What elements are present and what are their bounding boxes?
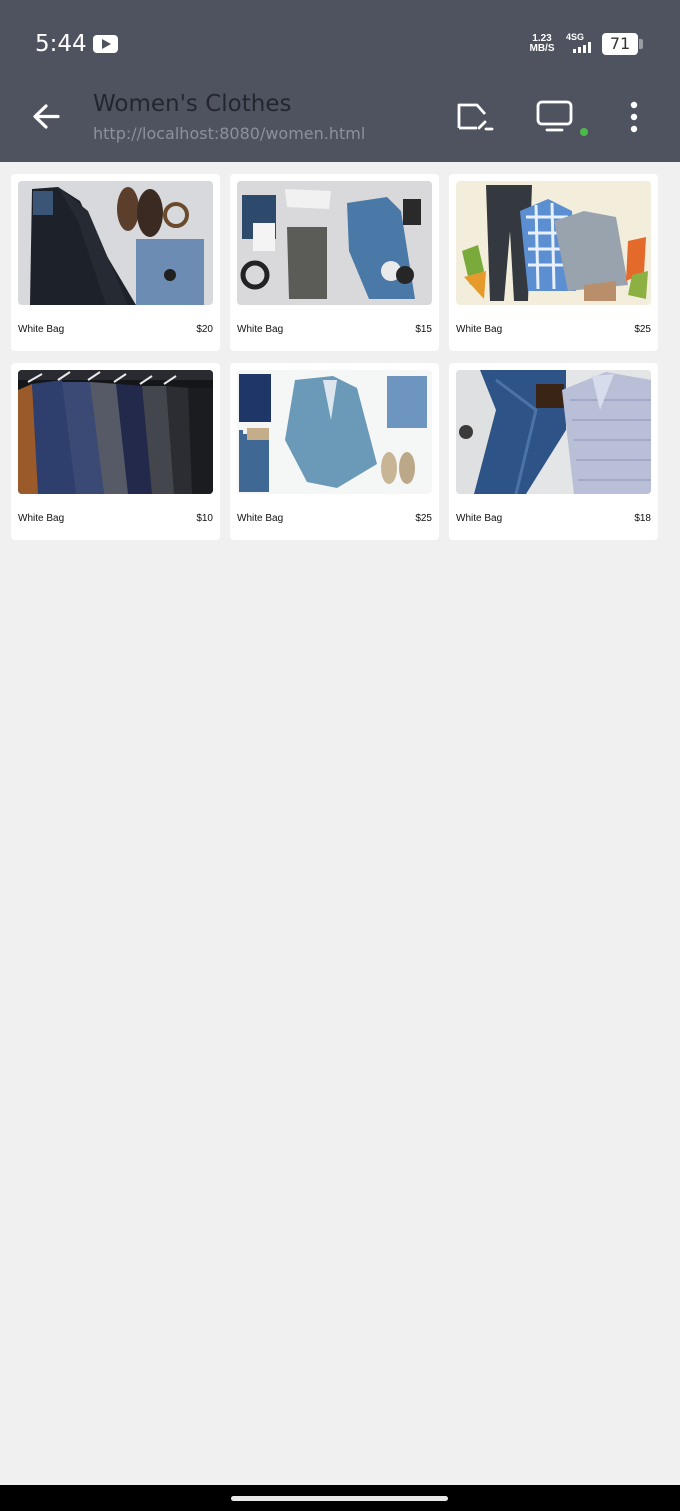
product-card[interactable]: White Bag $18 <box>449 363 658 540</box>
product-card[interactable]: White Bag $10 <box>11 363 220 540</box>
product-price: $25 <box>634 324 651 335</box>
home-gesture-pill[interactable] <box>231 1496 448 1501</box>
product-price: $15 <box>415 324 432 335</box>
product-name: White Bag <box>456 324 503 335</box>
top-bar: 5:44 1.23 MB/S 4SG 71 Women's Clothes ht… <box>0 0 680 162</box>
product-card[interactable]: White Bag $25 <box>449 174 658 351</box>
back-arrow-icon[interactable] <box>28 97 68 137</box>
clock: 5:44 <box>35 31 87 57</box>
product-price: $18 <box>634 513 651 524</box>
network-type-label: 4SG <box>566 32 585 42</box>
product-name: White Bag <box>237 324 284 335</box>
network-speed: 1.23 MB/S <box>527 34 557 54</box>
product-name: White Bag <box>18 513 65 524</box>
network-speed-unit: MB/S <box>529 43 555 54</box>
connection-status-dot <box>580 128 588 136</box>
monitor-icon[interactable] <box>535 99 575 135</box>
product-card[interactable]: White Bag $20 <box>11 174 220 351</box>
cast-icon[interactable] <box>455 100 495 134</box>
product-card[interactable]: White Bag $25 <box>230 363 439 540</box>
signal-icon: 4SG <box>565 32 593 54</box>
youtube-icon <box>92 35 118 53</box>
product-price: $20 <box>196 324 213 335</box>
product-image[interactable] <box>18 370 213 494</box>
status-bar-time: 5:44 <box>35 31 118 57</box>
product-name: White Bag <box>18 324 65 335</box>
product-image[interactable] <box>456 181 651 305</box>
product-price: $10 <box>196 513 213 524</box>
page-url[interactable]: http://localhost:8080/women.html <box>93 124 365 143</box>
product-name: White Bag <box>237 513 284 524</box>
more-vertical-icon[interactable] <box>624 101 644 133</box>
page-title: Women's Clothes <box>93 91 292 117</box>
battery-icon: 71 <box>602 33 638 55</box>
product-image[interactable] <box>237 370 432 494</box>
product-image[interactable] <box>18 181 213 305</box>
product-name: White Bag <box>456 513 503 524</box>
product-price: $25 <box>415 513 432 524</box>
product-image[interactable] <box>237 181 432 305</box>
battery-tip <box>639 39 643 49</box>
product-grid: White Bag $20 White Bag $15 White Bag $2… <box>11 174 658 540</box>
product-image[interactable] <box>456 370 651 494</box>
system-nav-bar <box>0 1485 680 1511</box>
product-card[interactable]: White Bag $15 <box>230 174 439 351</box>
